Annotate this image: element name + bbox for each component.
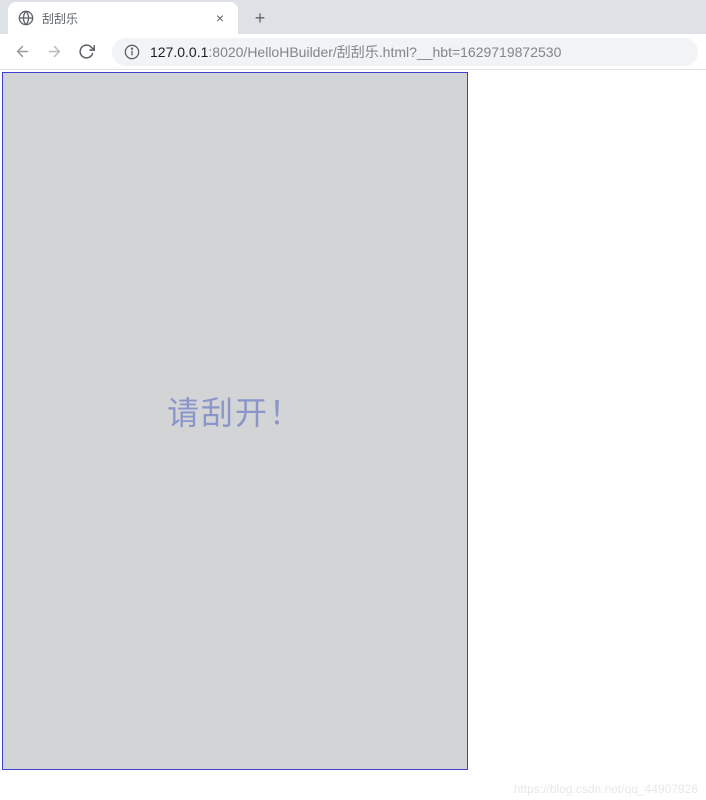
globe-icon bbox=[18, 10, 34, 26]
browser-toolbar: 127.0.0.1:8020/HelloHBuilder/刮刮乐.html?__… bbox=[0, 34, 706, 70]
url-text: 127.0.0.1:8020/HelloHBuilder/刮刮乐.html?__… bbox=[150, 42, 561, 62]
scratch-prompt: 请刮开！ bbox=[167, 388, 303, 434]
browser-tab[interactable]: 刮刮乐 × bbox=[8, 2, 238, 34]
new-tab-button[interactable]: + bbox=[246, 4, 274, 32]
forward-button[interactable] bbox=[40, 38, 68, 66]
url-host: 127.0.0.1 bbox=[150, 44, 208, 60]
page-content: 请刮开！ bbox=[0, 70, 706, 772]
tab-title: 刮刮乐 bbox=[42, 10, 212, 27]
close-icon[interactable]: × bbox=[212, 10, 228, 26]
tab-strip: 刮刮乐 × + bbox=[0, 0, 706, 34]
scratch-card[interactable]: 请刮开！ bbox=[2, 72, 468, 770]
address-bar[interactable]: 127.0.0.1:8020/HelloHBuilder/刮刮乐.html?__… bbox=[112, 38, 698, 66]
reload-button[interactable] bbox=[72, 38, 100, 66]
info-icon[interactable] bbox=[124, 44, 140, 60]
watermark: https://blog.csdn.net/qq_44907926 bbox=[514, 782, 698, 796]
back-button[interactable] bbox=[8, 38, 36, 66]
url-path: :8020/HelloHBuilder/刮刮乐.html?__hbt=16297… bbox=[208, 44, 561, 60]
